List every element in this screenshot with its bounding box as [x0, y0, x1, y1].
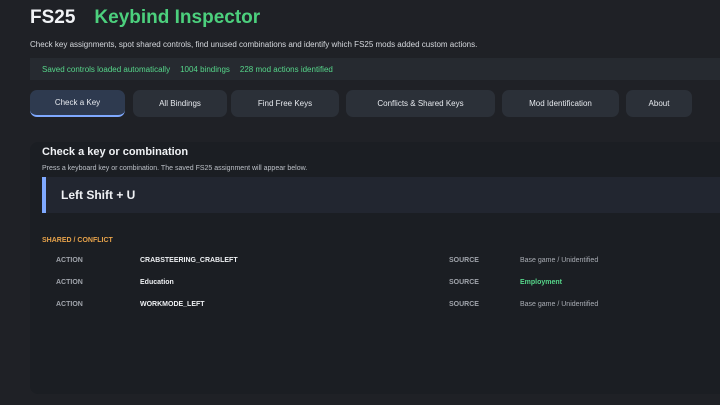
action-label: ACTION	[56, 257, 83, 264]
action-label: ACTION	[56, 301, 83, 308]
page-title: Keybind Inspector	[94, 7, 261, 28]
source-label: SOURCE	[449, 301, 479, 308]
shared-conflict-label: SHARED / CONFLICT	[42, 237, 113, 244]
action-value: Education	[140, 279, 174, 286]
tab-about[interactable]: About	[626, 90, 692, 117]
action-value: CRABSTEERING_CRABLEFT	[140, 257, 238, 264]
app-header: FS25 Keybind Inspector	[30, 7, 260, 29]
source-value: Base game / Unidentified	[520, 257, 599, 264]
source-value: Employment	[520, 279, 563, 286]
status-mod-actions: 228 mod actions identified	[239, 64, 333, 74]
status-bindings: 1004 bindings	[180, 64, 230, 74]
page-subtitle: Check key assignments, spot shared contr…	[30, 40, 478, 49]
tab-mod-identification[interactable]: Mod Identification	[502, 90, 619, 117]
source-label: SOURCE	[449, 257, 479, 264]
app-name: FS25	[30, 7, 76, 28]
status-saved: Saved controls loaded automatically	[42, 64, 171, 74]
source-label: SOURCE	[449, 279, 479, 286]
tab-all-bindings[interactable]: All Bindings	[133, 90, 227, 117]
check-key-panel: Check a key or combination Press a keybo…	[30, 142, 720, 394]
conflict-row: ACTION WORKMODE_LEFT SOURCE Base game / …	[30, 301, 720, 315]
status-bar: Saved controls loaded automatically 1004…	[30, 58, 720, 80]
conflict-row: ACTION Education SOURCE Employment	[30, 279, 720, 293]
action-value: WORKMODE_LEFT	[140, 301, 205, 308]
panel-title: Check a key or combination	[42, 146, 189, 158]
key-capture-field[interactable]: Left Shift + U	[42, 177, 720, 213]
source-value: Base game / Unidentified	[520, 301, 599, 308]
tab-conflicts-shared-keys[interactable]: Conflicts & Shared Keys	[346, 90, 495, 117]
action-label: ACTION	[56, 279, 83, 286]
conflict-row: ACTION CRABSTEERING_CRABLEFT SOURCE Base…	[30, 257, 720, 271]
tab-check-a-key[interactable]: Check a Key	[30, 90, 125, 117]
panel-description: Press a keyboard key or combination. The…	[42, 165, 308, 172]
tab-find-free-keys[interactable]: Find Free Keys	[231, 90, 339, 117]
